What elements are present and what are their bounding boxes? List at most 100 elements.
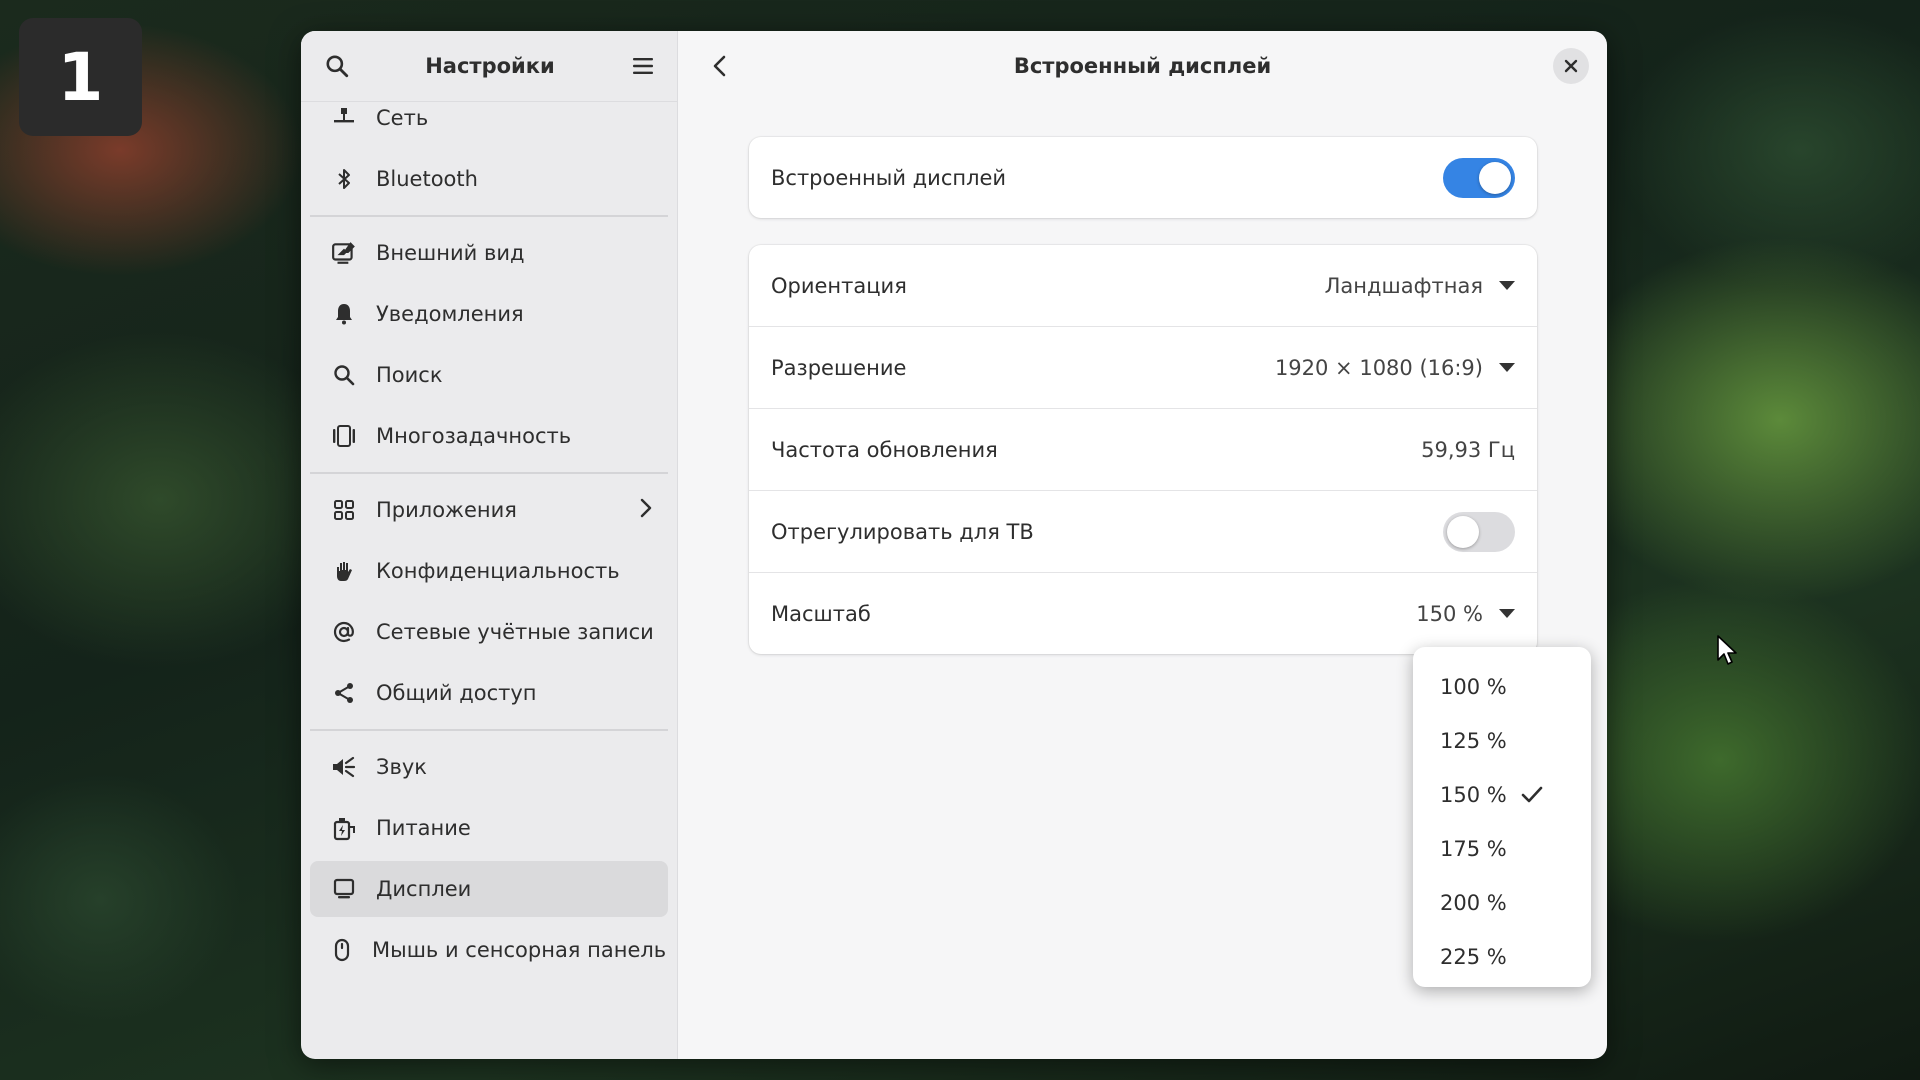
display-enable-label: Встроенный дисплей: [771, 165, 1007, 190]
dropdown-arrow-icon: [1499, 363, 1515, 372]
display-enable-switch[interactable]: [1443, 157, 1515, 198]
bluetooth-icon: [330, 165, 358, 193]
sidebar-item-label: Звук: [376, 755, 427, 779]
scale-option-225[interactable]: 225 %: [1413, 930, 1591, 984]
main-menu-button[interactable]: [625, 48, 661, 84]
network-icon: [330, 104, 358, 132]
mouse-pointer-icon: [1717, 635, 1737, 665]
display-settings-card: Ориентация Ландшафтная Разрешение 1920 ×…: [749, 245, 1537, 654]
resolution-row[interactable]: Разрешение 1920 × 1080 (16:9): [749, 327, 1537, 409]
scale-row[interactable]: Масштаб 150 %: [749, 573, 1537, 654]
mouse-icon: [330, 936, 354, 964]
chevron-left-icon: [713, 55, 726, 77]
sidebar-item-label: Bluetooth: [376, 167, 478, 191]
tv-adjust-label: Отрегулировать для ТВ: [771, 519, 1034, 544]
sidebar-list: Сеть Bluetooth Внешний вид Уведомления П…: [301, 101, 677, 1059]
bell-icon: [330, 300, 358, 328]
scale-option-150[interactable]: 150 %: [1413, 768, 1591, 822]
sidebar-item-privacy[interactable]: Конфиденциальность: [310, 543, 668, 599]
scale-option-label: 175 %: [1440, 837, 1507, 861]
sidebar-item-power[interactable]: Питание: [310, 800, 668, 856]
sidebar-item-label: Общий доступ: [376, 681, 537, 705]
sidebar-separator: [310, 472, 668, 474]
scale-popover: 100 % 125 % 150 % 175 % 200 % 225 %: [1413, 647, 1591, 987]
sidebar-item-sound[interactable]: Звук: [310, 739, 668, 795]
chevron-right-icon: [636, 497, 656, 524]
search-icon: [330, 361, 358, 389]
scale-label: Масштаб: [771, 601, 871, 626]
checkmark-icon: [1521, 785, 1543, 805]
search-icon: [326, 55, 349, 78]
sidebar-item-label: Многозадачность: [376, 424, 572, 448]
sidebar-separator: [310, 729, 668, 731]
display-enable-row: Встроенный дисплей: [749, 137, 1537, 218]
scale-option-100[interactable]: 100 %: [1413, 660, 1591, 714]
sidebar-item-online-accounts[interactable]: Сетевые учётные записи: [310, 604, 668, 660]
resolution-label: Разрешение: [771, 355, 907, 380]
scale-option-200[interactable]: 200 %: [1413, 876, 1591, 930]
scale-option-label: 225 %: [1440, 945, 1507, 969]
sidebar-item-label: Приложения: [376, 498, 517, 522]
sidebar-item-multitasking[interactable]: Многозадачность: [310, 408, 668, 464]
back-button[interactable]: [700, 46, 740, 86]
dropdown-arrow-icon: [1499, 609, 1515, 618]
page-title: Встроенный дисплей: [1013, 54, 1272, 78]
sidebar-title: Настройки: [425, 54, 555, 78]
sidebar-item-label: Сеть: [376, 106, 429, 130]
sidebar-item-mouse[interactable]: Мышь и сенсорная панель: [310, 922, 668, 978]
scale-value: 150 %: [1416, 601, 1483, 626]
scale-option-125[interactable]: 125 %: [1413, 714, 1591, 768]
sidebar-item-apps[interactable]: Приложения: [310, 482, 668, 538]
scale-option-label: 100 %: [1440, 675, 1507, 699]
sidebar-item-network[interactable]: Сеть: [310, 101, 668, 146]
scale-option-label: 125 %: [1440, 729, 1507, 753]
share-icon: [330, 679, 358, 707]
apps-grid-icon: [330, 496, 358, 524]
sidebar-item-label: Внешний вид: [376, 241, 525, 265]
hamburger-menu-icon: [632, 58, 653, 74]
sidebar-item-label: Уведомления: [376, 302, 524, 326]
workspace-indicator: 1: [19, 18, 142, 136]
close-icon: [1564, 59, 1578, 73]
sidebar-item-label: Сетевые учётные записи: [376, 620, 654, 644]
search-button[interactable]: [319, 48, 355, 84]
workspace-number: 1: [57, 38, 104, 116]
sidebar-header: Настройки: [301, 31, 677, 102]
scale-option-175[interactable]: 175 %: [1413, 822, 1591, 876]
appearance-icon: [330, 239, 358, 267]
power-icon: [330, 814, 358, 842]
sidebar-item-displays[interactable]: Дисплеи: [310, 861, 668, 917]
sidebar-item-sharing[interactable]: Общий доступ: [310, 665, 668, 721]
orientation-row[interactable]: Ориентация Ландшафтная: [749, 245, 1537, 327]
sidebar-item-label: Дисплеи: [376, 877, 472, 901]
sidebar-item-appearance[interactable]: Внешний вид: [310, 225, 668, 281]
content-header: Встроенный дисплей: [678, 31, 1607, 101]
refresh-rate-row: Частота обновления 59,93 Гц: [749, 409, 1537, 491]
close-button[interactable]: [1553, 48, 1589, 84]
multitasking-icon: [330, 422, 358, 450]
display-enable-card: Встроенный дисплей: [749, 137, 1537, 218]
sidebar-item-bluetooth[interactable]: Bluetooth: [310, 151, 668, 207]
sidebar-separator: [310, 215, 668, 217]
dropdown-arrow-icon: [1499, 281, 1515, 290]
tv-adjust-row: Отрегулировать для ТВ: [749, 491, 1537, 573]
display-icon: [330, 875, 358, 903]
orientation-label: Ориентация: [771, 273, 907, 298]
sidebar-item-label: Мышь и сенсорная панель: [372, 938, 667, 962]
scale-option-label: 150 %: [1440, 783, 1507, 807]
sidebar-item-search[interactable]: Поиск: [310, 347, 668, 403]
sidebar-item-label: Питание: [376, 816, 471, 840]
switch-knob: [1479, 161, 1511, 194]
hand-icon: [330, 557, 358, 585]
resolution-value: 1920 × 1080 (16:9): [1274, 355, 1483, 380]
orientation-value: Ландшафтная: [1324, 273, 1483, 298]
sidebar-item-label: Поиск: [376, 363, 443, 387]
tv-adjust-switch[interactable]: [1443, 511, 1515, 552]
refresh-rate-label: Частота обновления: [771, 437, 998, 462]
sidebar-item-notifications[interactable]: Уведомления: [310, 286, 668, 342]
settings-window: Настройки Сеть Bluetooth Внешний вид Уве…: [301, 31, 1607, 1059]
scale-option-label: 200 %: [1440, 891, 1507, 915]
sidebar-item-label: Конфиденциальность: [376, 559, 620, 583]
refresh-rate-value: 59,93 Гц: [1421, 437, 1515, 462]
sidebar: Настройки Сеть Bluetooth Внешний вид Уве…: [301, 31, 678, 1059]
